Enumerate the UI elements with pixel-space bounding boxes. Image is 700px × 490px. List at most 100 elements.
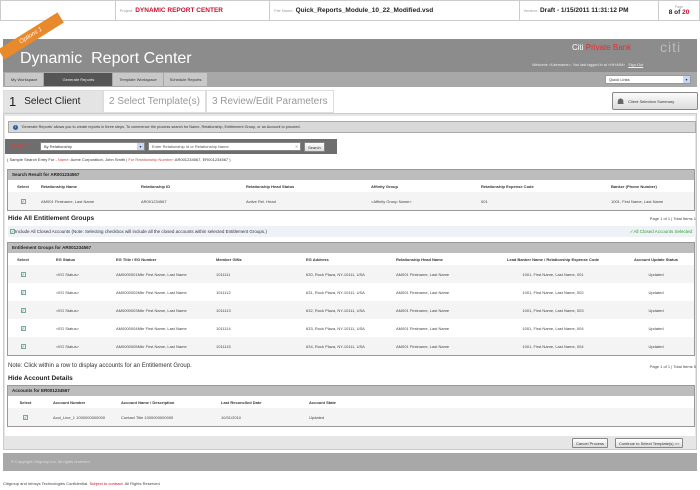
search-input[interactable]: Enter Relationship Id or Relationship Na… (148, 142, 301, 151)
relationship-head-name: AM001 Firstname, Last Name (393, 283, 488, 301)
eg-status: <EG Status> (38, 319, 113, 337)
sample-name-label: Name: (58, 157, 70, 162)
member-gins: 1011112 (213, 283, 303, 301)
brand-private-bank: Private Bank (586, 43, 631, 52)
affinity-group: <Affinity Group Name> (368, 192, 478, 210)
quick-links-label: Quick Links (609, 77, 630, 82)
relationship-head-name: AM001 Firstname, Last Name (393, 337, 488, 355)
step-review-parameters[interactable]: 3 Review/Edit Parameters (206, 90, 334, 113)
account-update-status: Updated (618, 301, 694, 319)
search-type-value: By Relationship (44, 144, 72, 149)
step-number: 1 (9, 94, 16, 109)
reconciled-date: 10/31/2010 (218, 408, 306, 426)
page-total: 20 (682, 9, 689, 16)
column-header: EG Status (38, 253, 113, 265)
column-header: Select (8, 180, 38, 192)
select-checkbox[interactable]: ✓ (21, 290, 26, 295)
chevron-down-icon: ▾ (137, 143, 144, 150)
client-selection-summary-button[interactable]: ☗Client Selection Summary (612, 92, 698, 110)
cancel-process-button[interactable]: Cancel Process (572, 438, 608, 448)
column-header: Banker (Phone Number) (608, 180, 694, 192)
column-header: Account Name / Description (118, 396, 218, 408)
nav-tab-my-workspace[interactable]: My Workspace (5, 73, 43, 86)
citi-logo: citi (660, 39, 681, 55)
column-header: Account Number (43, 396, 118, 408)
column-header: Relationship Name (38, 180, 138, 192)
eg-status: <EG Status> (38, 337, 113, 355)
table-header-row: Select Account Number Account Name / Des… (8, 396, 694, 408)
relationship-name: AM001 Firstname, Last Name (38, 192, 138, 210)
wizard-steps: 1 Select Client 2 Select Template(s) 3 Re… (3, 90, 334, 113)
account-update-status: Updated (618, 337, 694, 355)
eg-status: <EG Status> (38, 283, 113, 301)
step-select-client[interactable]: 1 Select Client (3, 90, 103, 113)
nav-tab-generate-reports[interactable]: Generate Reports (44, 73, 112, 86)
document-header: Project:DYNAMIC REPORT CENTER File Name:… (0, 0, 700, 21)
app-title: Dynamic Report Center (20, 50, 192, 68)
select-checkbox[interactable]: ✓ (21, 308, 26, 313)
head-status: Active Rel. Head (243, 192, 368, 210)
brand-name: Citi Private Bank (572, 43, 631, 52)
entitlement-groups-table: Entitlement Groups for AR001234567 Selec… (7, 242, 695, 356)
search-bar: Search: By Relationship▾ Enter Relations… (5, 139, 337, 154)
confidential-notice: Citigroup and Infosys Technologies Confi… (3, 481, 160, 486)
eg-title: AM0000002Mbr First Name, Last Name (113, 283, 213, 301)
confidential-text: Citigroup and Infosys Technologies Confi… (3, 481, 89, 486)
relationship-head-name: AM001 Firstname, Last Name (393, 265, 488, 283)
table-row[interactable]: ✓ <EG Status>AM0000002Mbr First Name, Las… (8, 283, 694, 301)
step-label: Select Client (24, 96, 80, 107)
quick-links-select[interactable]: Quick Links▾ (605, 75, 691, 84)
member-gins: 1011111 (213, 265, 303, 283)
eg-title: AM0000003Mbr First Name, Last Name (113, 301, 213, 319)
table-row[interactable]: ✓ Acct_Line_1 1000000000000 Contact Titl… (8, 408, 694, 426)
accounts-title: Accounts for ER001234567 (8, 386, 694, 396)
account-update-status: Updated (618, 265, 694, 283)
closed-accounts-status: ✓All Closed Accounts Selected (630, 226, 692, 237)
nav-tab-schedule-reports[interactable]: Schedule Reports (164, 73, 208, 86)
select-checkbox[interactable]: ✓ (21, 199, 26, 204)
clear-icon[interactable]: ✕ (293, 143, 300, 150)
table-row[interactable]: ✓<EG Status>AM0000005Mbr First Name, Las… (8, 337, 694, 355)
subject-to-contract: Subject to contract. (89, 481, 123, 486)
version: Draft - 1/15/2011 11:31:12 PM (540, 7, 629, 14)
table-row[interactable]: ✓ AM001 Firstname, Last Name AR001234567… (8, 192, 694, 210)
footer: © Copyright Citigroup Inc. All rights re… (3, 453, 697, 471)
member-gins: 1011113 (213, 301, 303, 319)
column-header: Last Reconciled Date (218, 396, 306, 408)
account-number: Acct_Line_1 1000000000000 (43, 408, 118, 426)
rights-text: All Rights Reserved (124, 481, 160, 486)
continue-button[interactable]: Continue to Select Template(s) >> (615, 438, 683, 448)
table-row[interactable]: ✓<EG Status>AM0000004Mbr First Name, Las… (8, 319, 694, 337)
hide-account-details-link[interactable]: Hide Account Details (8, 375, 73, 382)
sample-rel-label: For Relationship Number: (128, 157, 174, 162)
account-name: Contact Title 1000000000000 (118, 408, 218, 426)
column-header: Relationship Expense Code (478, 180, 608, 192)
eg-address: 634, Rock Plaza, NY-10111, USA (303, 337, 393, 355)
table-row[interactable]: ✓<EG Status>AM0000003Mbr First Name, Las… (8, 301, 694, 319)
note-pagination: Page 1 of 1 | Total Items 5 (650, 364, 696, 369)
entitlement-groups-title: Entitlement Groups for AR001234567 (8, 243, 694, 253)
column-header: EG Address (303, 253, 393, 265)
search-type-select[interactable]: By Relationship ▾ (40, 142, 145, 151)
hide-entitlement-groups-link[interactable]: Hide All Entitlement Groups (8, 215, 94, 222)
select-checkbox[interactable]: ✓ (21, 326, 26, 331)
step-select-templates[interactable]: 2 Select Template(s) (103, 90, 206, 113)
search-button[interactable]: Search (304, 142, 325, 152)
info-icon: i (13, 125, 18, 130)
eg-status: <EG Status> (38, 265, 113, 283)
eg-address: 630, Rock Plaza, NY-10111, USA (303, 265, 393, 283)
welcome-text: Welcome <Username>, You last logged in a… (532, 63, 643, 67)
accounts-table: Accounts for ER001234567 Select Account … (7, 385, 695, 427)
column-header: Relationship Head Name (393, 253, 488, 265)
select-checkbox[interactable]: ✓ (21, 272, 26, 277)
nav-tab-template-workspace[interactable]: Template Workspace (113, 73, 162, 86)
eg-title: AM0000001Mbr First Name, Last Name (113, 265, 213, 283)
file-label: File Name: (274, 8, 293, 13)
select-checkbox[interactable]: ✓ (23, 415, 28, 420)
eg-address: 632, Rock Plaza, NY-10111, USA (303, 301, 393, 319)
table-row[interactable]: ✓ <EG Status>AM0000001Mbr First Name, Las… (8, 265, 694, 283)
relationship-id: AR001234567 (138, 192, 243, 210)
sign-out-link[interactable]: Sign-Out (628, 63, 643, 67)
people-icon: ☗ (617, 97, 624, 106)
select-checkbox[interactable]: ✓ (21, 344, 26, 349)
